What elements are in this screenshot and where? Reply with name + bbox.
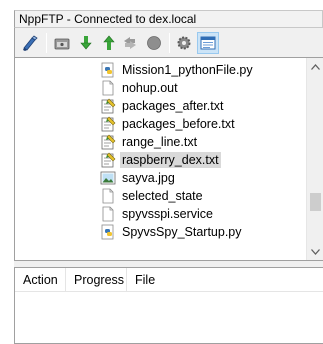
upload-icon xyxy=(103,35,115,50)
file-item[interactable]: SpyvsSpy_Startup.py xyxy=(100,223,308,241)
abort-icon xyxy=(147,36,161,50)
text-file-icon xyxy=(100,152,116,168)
file-name: raspberry_dex.txt xyxy=(120,152,221,168)
download-button[interactable] xyxy=(75,32,97,54)
file-item[interactable]: range_line.txt xyxy=(100,133,308,151)
scroll-up-button[interactable] xyxy=(307,58,323,75)
left-edge xyxy=(0,0,13,344)
panel-titlebar: NppFTP - Connected to dex.local xyxy=(14,10,323,28)
refresh-button[interactable] xyxy=(119,32,141,54)
column-header-file[interactable]: File xyxy=(127,268,323,292)
abort-button[interactable] xyxy=(143,32,165,54)
tree-vertical-scrollbar[interactable] xyxy=(306,58,323,260)
transfer-queue[interactable]: Action Progress File xyxy=(14,267,323,344)
file-item[interactable]: sayva.jpg xyxy=(100,169,308,187)
open-folder-icon xyxy=(54,38,70,50)
queue-header: Action Progress File xyxy=(15,268,323,292)
text-file-icon xyxy=(100,134,116,150)
panel-title: NppFTP - Connected to dex.local xyxy=(19,12,197,26)
file-name: packages_before.txt xyxy=(122,117,235,131)
file-name: spyvsspi.service xyxy=(122,207,213,221)
blank-file-icon xyxy=(100,80,116,96)
open-folder-button[interactable] xyxy=(51,32,73,54)
message-window-button[interactable] xyxy=(197,32,219,54)
column-header-action[interactable]: Action xyxy=(15,268,66,292)
file-item[interactable]: selected_state xyxy=(100,187,308,205)
message-window-icon xyxy=(200,36,216,50)
file-name: nohup.out xyxy=(122,81,178,95)
scroll-thumb[interactable] xyxy=(310,193,321,211)
file-item[interactable]: spyvsspi.service xyxy=(100,205,308,223)
scroll-down-button[interactable] xyxy=(307,243,323,260)
blank-file-icon xyxy=(100,188,116,204)
python-file-icon xyxy=(100,62,116,78)
settings-icon xyxy=(177,36,191,50)
python-file-icon xyxy=(100,224,116,240)
file-item[interactable]: Mission1_pythonFile.py xyxy=(100,61,308,79)
blank-file-icon xyxy=(100,206,116,222)
remote-file-tree[interactable]: Mission1_pythonFile.py nohup.out packages_… xyxy=(14,57,323,261)
toolbar xyxy=(14,28,323,57)
chevron-down-icon xyxy=(311,248,320,255)
file-name: Mission1_pythonFile.py xyxy=(122,63,253,77)
text-file-icon xyxy=(100,98,116,114)
file-name: sayva.jpg xyxy=(122,171,175,185)
text-file-icon xyxy=(100,116,116,132)
file-name: SpyvsSpy_Startup.py xyxy=(122,225,242,239)
file-name: packages_after.txt xyxy=(122,99,224,113)
image-file-icon xyxy=(100,170,116,186)
file-item[interactable]: nohup.out xyxy=(100,79,308,97)
file-item[interactable]: packages_before.txt xyxy=(100,115,308,133)
toolbar-separator xyxy=(46,33,47,53)
file-item[interactable]: packages_after.txt xyxy=(100,97,308,115)
column-header-progress[interactable]: Progress xyxy=(66,268,127,292)
chevron-up-icon xyxy=(311,63,320,70)
file-item[interactable]: raspberry_dex.txt xyxy=(100,151,308,169)
connect-icon xyxy=(23,35,38,51)
file-name: selected_state xyxy=(122,189,203,203)
refresh-icon xyxy=(124,37,136,49)
connect-button[interactable] xyxy=(19,32,41,54)
toolbar-separator xyxy=(169,33,170,53)
download-icon xyxy=(80,36,92,50)
upload-button[interactable] xyxy=(98,32,120,54)
file-name: range_line.txt xyxy=(122,135,198,149)
settings-button[interactable] xyxy=(173,32,195,54)
